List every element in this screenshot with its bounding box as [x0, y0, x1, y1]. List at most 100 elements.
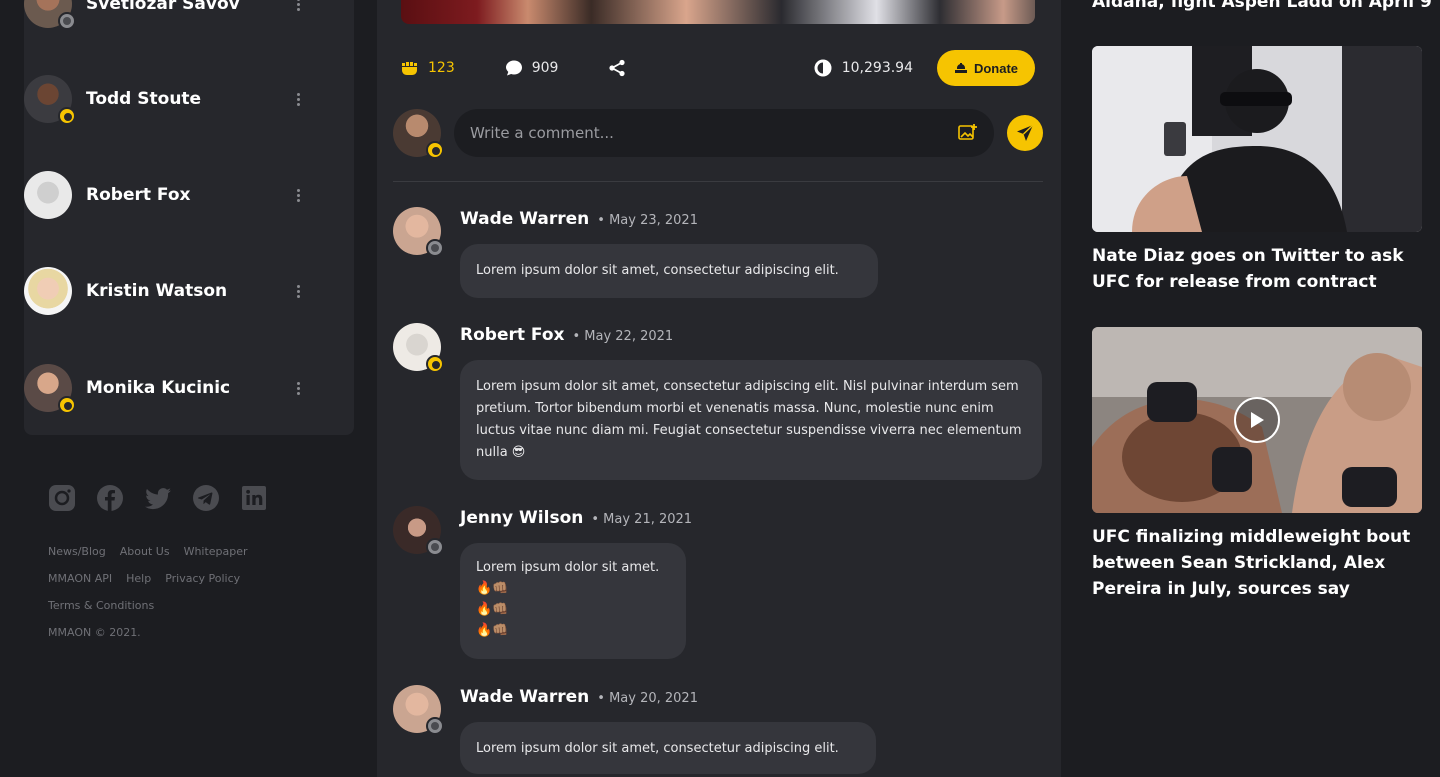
comment-author[interactable]: Wade Warren	[460, 209, 589, 229]
more-icon[interactable]	[290, 0, 306, 12]
comment-bubble: Lorem ipsum dolor sit amet, consectetur …	[460, 244, 878, 298]
comment-date: • May 20, 2021	[597, 691, 698, 706]
fighter-name: Svetlozar Savov	[86, 0, 240, 14]
more-icon[interactable]	[290, 380, 306, 396]
comment-composer: Write a comment...	[393, 108, 1043, 159]
news-title-partial[interactable]: Aldana, fight Aspen Ladd on April 9	[1092, 0, 1432, 12]
play-icon[interactable]	[1234, 397, 1280, 443]
comment-header: Robert Fox • May 22, 2021	[460, 325, 673, 345]
rank-badge	[426, 239, 444, 257]
divider	[393, 181, 1043, 182]
token-balance: 10,293.94	[814, 59, 913, 77]
add-image-icon[interactable]	[958, 123, 978, 143]
footer-link[interactable]: Help	[126, 572, 151, 585]
avatar	[393, 323, 444, 373]
fighter-name: Todd Stoute	[86, 89, 202, 109]
news-thumbnail[interactable]	[1092, 46, 1422, 232]
current-user-avatar	[393, 109, 444, 159]
footer-link[interactable]: News/Blog	[48, 545, 106, 558]
donate-label: Donate	[973, 60, 1019, 76]
fighter-row[interactable]: Robert Fox	[24, 171, 306, 219]
more-icon[interactable]	[290, 187, 306, 203]
comment-header: Wade Warren • May 20, 2021	[460, 687, 698, 707]
avatar	[393, 207, 444, 257]
rank-badge	[426, 538, 444, 556]
comment-bubble: Lorem ipsum dolor sit amet. 🔥👊🏽 🔥👊🏽 🔥👊🏽	[460, 543, 686, 659]
instagram-icon[interactable]	[48, 484, 76, 512]
news-video-thumbnail[interactable]	[1092, 327, 1422, 513]
comment-count: 909	[531, 60, 559, 76]
fist-reaction[interactable]: 123	[401, 60, 455, 76]
avatar	[393, 506, 444, 556]
more-icon[interactable]	[290, 91, 306, 107]
comment-icon	[505, 60, 522, 76]
fighter-row[interactable]: Kristin Watson	[24, 267, 306, 315]
fist-count: 123	[428, 60, 455, 76]
avatar	[24, 267, 72, 315]
comment-date: • May 23, 2021	[597, 213, 698, 228]
copyright: MMAON © 2021.	[48, 626, 141, 639]
facebook-icon[interactable]	[96, 484, 124, 512]
rank-badge	[426, 141, 444, 159]
comment-bubble: Lorem ipsum dolor sit amet, consectetur …	[460, 360, 1042, 480]
comment-header: Wade Warren • May 23, 2021	[460, 209, 698, 229]
send-button[interactable]	[1007, 115, 1043, 151]
comment-item: Wade Warren • May 20, 2021 Lorem ipsum d…	[393, 685, 1043, 777]
social-links	[48, 484, 268, 512]
emoji-line: 🔥👊🏽	[476, 623, 509, 638]
share-icon	[609, 59, 626, 77]
avatar	[24, 364, 76, 414]
comment-input[interactable]: Write a comment...	[454, 109, 994, 157]
fighter-row[interactable]: Todd Stoute	[24, 75, 306, 125]
footer-link[interactable]: Whitepaper	[184, 545, 248, 558]
footer-link[interactable]: Privacy Policy	[165, 572, 240, 585]
footer-link[interactable]: About Us	[120, 545, 170, 558]
comment-item: Wade Warren • May 23, 2021 Lorem ipsum d…	[393, 207, 1043, 302]
comment-author[interactable]: Wade Warren	[460, 687, 589, 707]
comments-stat[interactable]: 909	[505, 59, 559, 77]
comment-date: • May 22, 2021	[572, 329, 674, 344]
comment-item: Robert Fox • May 22, 2021 Lorem ipsum do…	[393, 323, 1043, 483]
token-icon	[814, 59, 832, 77]
post-feed: 123 909 10,293.94 Donate Write a comment…	[377, 0, 1061, 777]
fighter-row[interactable]: Monika Kucinic	[24, 364, 306, 414]
comment-text: Lorem ipsum dolor sit amet.	[476, 560, 660, 575]
comment-author[interactable]: Robert Fox	[460, 325, 564, 345]
send-icon	[1017, 124, 1034, 141]
avatar	[24, 75, 76, 125]
more-icon[interactable]	[290, 283, 306, 299]
comment-author[interactable]: Jenny Wilson	[460, 508, 583, 528]
linkedin-icon[interactable]	[240, 484, 268, 512]
rank-badge	[426, 717, 444, 735]
comment-header: Jenny Wilson • May 21, 2021	[460, 508, 692, 528]
avatar	[393, 685, 444, 735]
telegram-icon[interactable]	[192, 484, 220, 512]
fist-icon	[402, 62, 417, 75]
footer-link[interactable]: Terms & Conditions	[48, 599, 154, 612]
rank-badge	[58, 396, 76, 414]
emoji-line: 🔥👊🏽	[476, 602, 509, 617]
footer-links: News/Blog About Us Whitepaper MMAON API Hel…	[48, 538, 338, 646]
rank-badge	[58, 12, 76, 30]
share-button[interactable]	[608, 59, 626, 77]
post-hero-image	[401, 0, 1035, 24]
fighter-name: Monika Kucinic	[86, 378, 231, 398]
fighter-name: Robert Fox	[86, 185, 191, 205]
avatar	[24, 171, 72, 219]
twitter-icon[interactable]	[144, 484, 172, 512]
post-stats-bar: 123 909 10,293.94 Donate	[401, 50, 1035, 86]
news-headline[interactable]: UFC finalizing middleweight bout between…	[1092, 524, 1432, 602]
fighter-name: Kristin Watson	[86, 281, 228, 301]
comment-item: Jenny Wilson • May 21, 2021 Lorem ipsum …	[393, 506, 1043, 666]
fighter-row[interactable]: Svetlozar Savov	[24, 0, 306, 30]
footer-link[interactable]: MMAON API	[48, 572, 112, 585]
news-headline[interactable]: Nate Diaz goes on Twitter to ask UFC for…	[1092, 243, 1432, 295]
avatar	[24, 0, 76, 30]
donate-icon	[954, 63, 967, 73]
comment-bubble: Lorem ipsum dolor sit amet, consectetur …	[460, 722, 876, 774]
donate-button[interactable]: Donate	[937, 50, 1035, 86]
comment-date: • May 21, 2021	[591, 512, 693, 527]
rank-badge	[58, 107, 76, 125]
rank-badge	[426, 355, 444, 373]
comment-placeholder: Write a comment...	[470, 124, 614, 142]
